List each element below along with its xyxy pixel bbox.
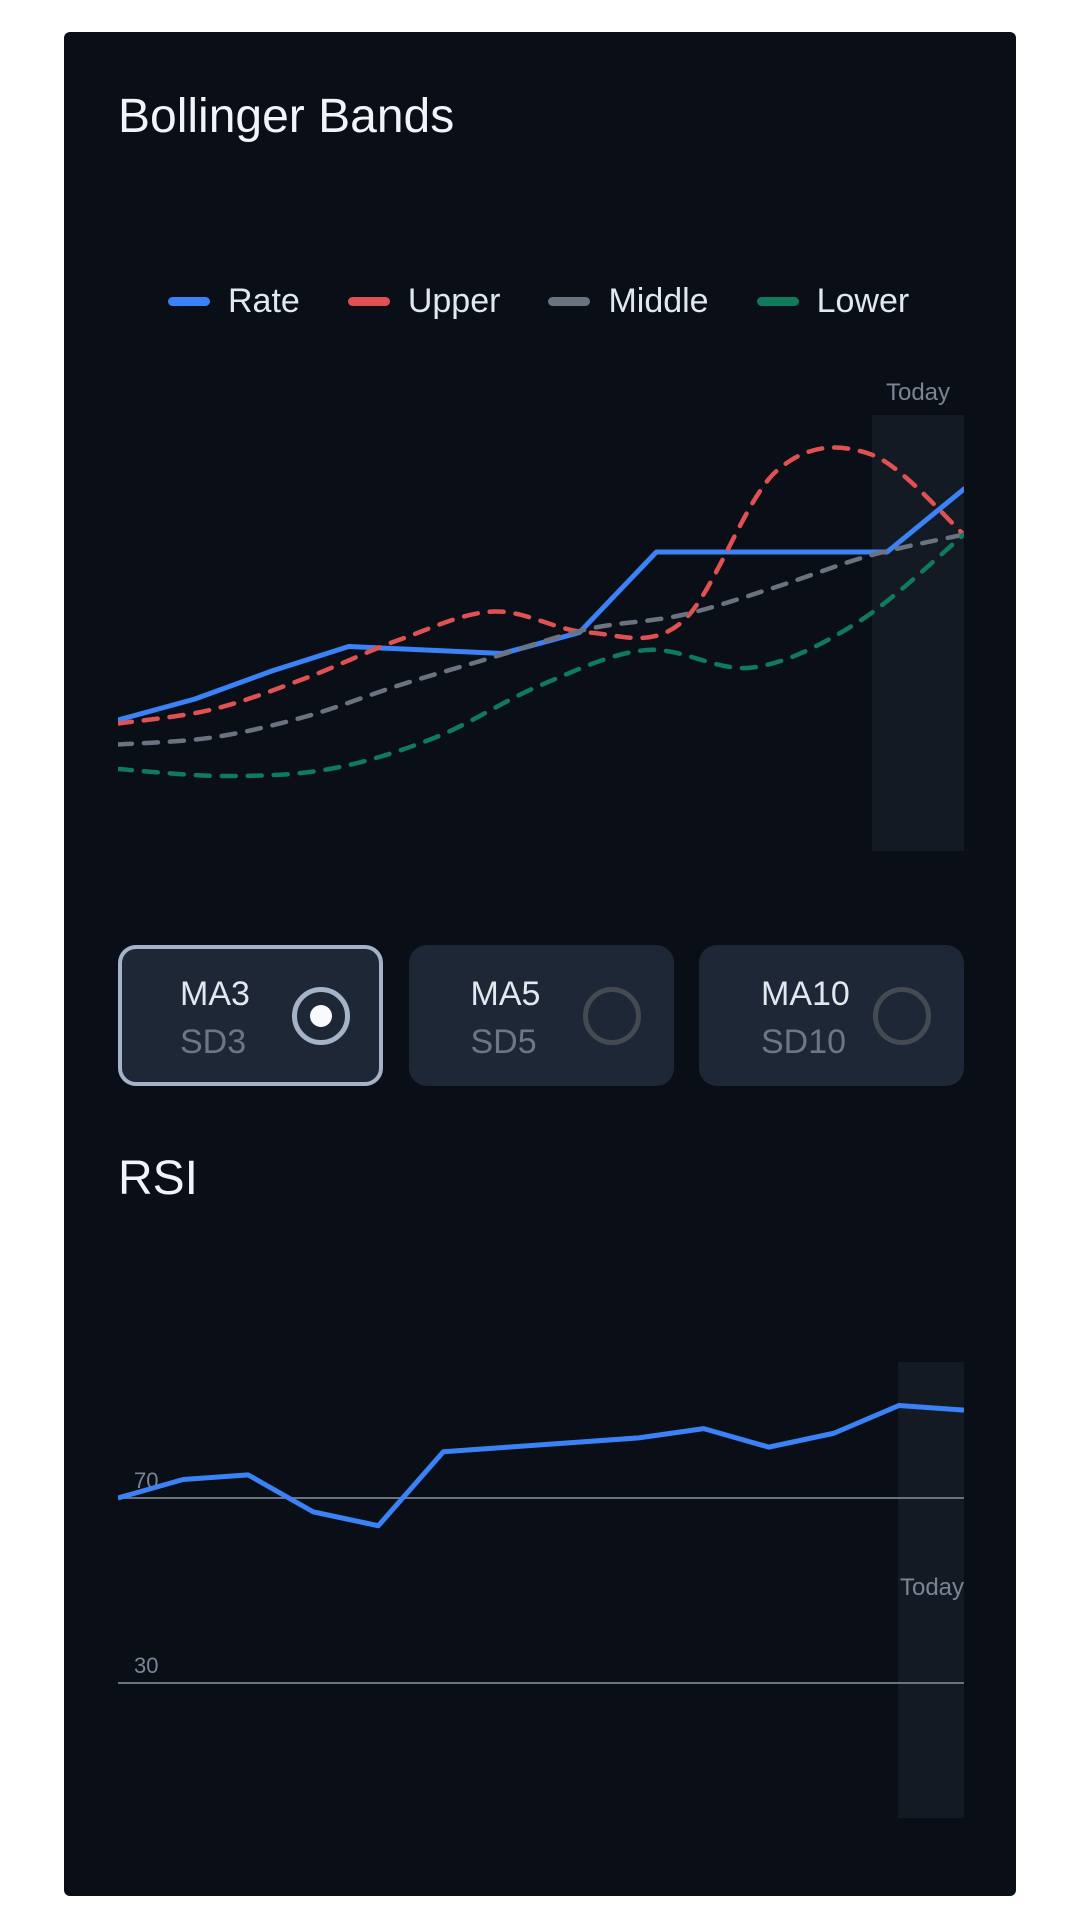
bollinger-chart[interactable]: Today — [118, 372, 964, 862]
radio-unselected-icon[interactable] — [582, 987, 641, 1045]
today-label: Today — [900, 1574, 964, 1601]
legend-label-lower: Lower — [816, 282, 910, 320]
period-ma-label: MA5 — [470, 975, 541, 1013]
legend-label-rate: Rate — [228, 282, 300, 320]
radio-selected-icon[interactable] — [292, 987, 350, 1045]
legend-swatch-lower — [756, 296, 799, 306]
period-selector: MA3 SD3 MA5 SD5 MA10 SD10 — [118, 945, 964, 1086]
legend-swatch-rate — [168, 296, 210, 306]
today-highlight-band — [872, 415, 964, 851]
period-ma-label: MA3 — [180, 975, 250, 1013]
legend-swatch-middle — [548, 296, 591, 306]
bollinger-title: Bollinger Bands — [118, 90, 455, 143]
period-ma-label: MA10 — [761, 975, 850, 1013]
legend-item-upper[interactable]: Upper — [347, 282, 501, 320]
period-option-ma3[interactable]: MA3 SD3 — [118, 945, 383, 1086]
rsi-chart[interactable]: 7030 Today — [118, 1332, 964, 1832]
legend-swatch-upper — [347, 296, 390, 306]
rsi-line — [118, 1403, 964, 1529]
radio-unselected-icon[interactable] — [873, 987, 931, 1045]
today-label: Today — [886, 379, 950, 406]
rsi-reference-lines: 7030 — [118, 1468, 964, 1684]
legend-item-middle[interactable]: Middle — [548, 282, 709, 320]
radio-dot-icon — [310, 1005, 332, 1027]
legend-item-lower[interactable]: Lower — [756, 282, 910, 320]
legend-label-middle: Middle — [608, 282, 709, 320]
chart-card: Bollinger Bands Rate Upper Middle Lower … — [64, 32, 1016, 1896]
rsi-series-group — [118, 1403, 964, 1529]
legend-item-rate[interactable]: Rate — [168, 284, 300, 318]
period-sd-label: SD5 — [470, 1023, 537, 1061]
bollinger-series-group — [118, 445, 964, 779]
period-option-ma10[interactable]: MA10 SD10 — [699, 945, 964, 1086]
period-sd-label: SD3 — [180, 1023, 247, 1061]
series-line-lower — [118, 532, 964, 779]
legend-label-upper: Upper — [407, 282, 501, 320]
rsi-title: RSI — [118, 1152, 199, 1205]
period-option-ma5[interactable]: MA5 SD5 — [408, 945, 674, 1086]
bollinger-legend: Rate Upper Middle Lower — [168, 284, 909, 318]
series-line-middle — [118, 532, 964, 747]
period-sd-label: SD10 — [761, 1023, 847, 1061]
reference-label-30: 30 — [134, 1653, 158, 1678]
